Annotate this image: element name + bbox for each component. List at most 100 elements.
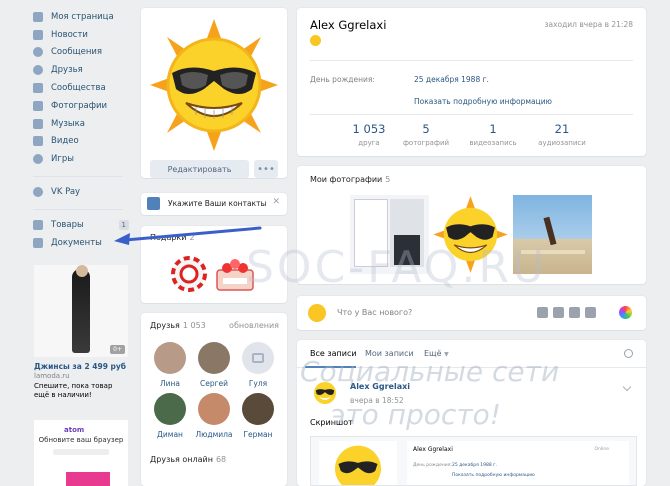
sun-emoji-icon[interactable] <box>310 35 321 46</box>
nav-divider <box>33 176 123 178</box>
friend-item[interactable]: Лина <box>150 342 190 388</box>
camera-icon[interactable] <box>537 307 548 318</box>
model-head <box>76 265 88 277</box>
birthday-value[interactable]: 25 декабря 1988 г. <box>414 75 489 84</box>
house-icon <box>147 197 160 210</box>
wall-tabs: Все записи Мои записи Ещё ▼ <box>297 340 646 368</box>
screenshot-name: Alex Ggrelaxi <box>413 446 453 453</box>
profile-avatar[interactable] <box>150 17 278 153</box>
sun-avatar-image <box>150 19 278 151</box>
edit-profile-button[interactable]: Редактировать <box>150 160 249 178</box>
annotation-arrow <box>114 226 262 245</box>
friends-card: Друзья 1 053 обновления Лина Сергей Гуля … <box>141 313 287 486</box>
post-screenshot-image[interactable]: Alex Ggrelaxi Online День рождения: 25 д… <box>310 436 637 486</box>
friend-item[interactable]: Диман <box>150 393 190 439</box>
nav-label: Документы <box>51 237 102 248</box>
nav-item-photos[interactable]: Фотографии <box>33 97 133 115</box>
friends-online-title[interactable]: Друзья онлайн 68 <box>150 455 226 464</box>
nav-item-friends[interactable]: Друзья <box>33 61 133 79</box>
text-format-icon[interactable] <box>585 307 596 318</box>
ad-atom[interactable]: atom Обновите ваш браузер <box>34 420 128 486</box>
stat-label: фотографий <box>402 139 450 147</box>
nav-item-music[interactable]: Музыка <box>33 115 133 133</box>
tab-all-posts[interactable]: Все записи <box>310 349 357 358</box>
contact-prompt-card[interactable]: Укажите Ваши контакты ✕ <box>141 193 287 215</box>
birthday-label: День рождения: <box>310 75 375 84</box>
friend-name: Людмила <box>195 430 233 439</box>
new-post-box[interactable]: Что у Вас нового? <box>297 296 646 330</box>
nav-label: Моя страница <box>51 11 114 22</box>
ad-graphic <box>66 472 110 486</box>
friends-count: 1 053 <box>182 321 206 330</box>
atom-logo: atom <box>64 426 85 434</box>
post-author-avatar[interactable] <box>310 378 340 408</box>
friend-item[interactable]: Герман <box>238 393 278 439</box>
user-avatar <box>308 304 326 322</box>
active-tab-indicator <box>305 366 356 368</box>
nav-label: VK Pay <box>51 187 81 198</box>
sun-avatar-small <box>313 381 337 405</box>
friend-item[interactable]: Гуля <box>238 342 278 388</box>
show-more-info-link[interactable]: Показать подробную информацию <box>414 97 552 106</box>
ad-lamoda[interactable]: 0+ Джинсы за 2 499 руб lamoda.ru Спешите… <box>34 265 128 400</box>
screenshot-avatar <box>319 441 397 485</box>
friend-name: Диман <box>157 430 183 439</box>
model-figure <box>72 269 90 353</box>
stat-number: 21 <box>554 122 570 136</box>
ad-domain: lamoda.ru <box>34 372 70 380</box>
friends-online-count: 68 <box>215 455 227 464</box>
video-icon[interactable] <box>553 307 564 318</box>
friends-title[interactable]: Друзья 1 053 <box>150 321 206 330</box>
friend-name: Сергей <box>199 379 229 388</box>
nav-item-communities[interactable]: Сообщества <box>33 79 133 97</box>
screenshot-profile-mock: Alex Ggrelaxi Online День рождения: 25 д… <box>407 441 629 485</box>
more-actions-button[interactable]: ••• <box>254 160 278 178</box>
stat-label: аудиозаписи <box>538 139 586 147</box>
nav-item-my-page[interactable]: Моя страница <box>33 8 133 26</box>
new-post-input[interactable]: Что у Вас нового? <box>337 308 412 317</box>
tab-my-posts[interactable]: Мои записи <box>365 349 414 358</box>
tab-more[interactable]: Ещё ▼ <box>424 349 449 358</box>
nav-item-vkpay[interactable]: VK Pay <box>33 183 133 201</box>
nav-label: Игры <box>51 154 74 165</box>
photos-title[interactable]: Мои фотографии 5 <box>310 175 390 184</box>
nav-label: Друзья <box>51 65 83 76</box>
close-icon[interactable]: ✕ <box>272 197 280 207</box>
sun-photo-image <box>433 196 508 273</box>
nav-item-video[interactable]: Видео <box>33 133 133 151</box>
nav-item-games[interactable]: Игры <box>33 150 133 168</box>
screenshot-more: Показать подробную информацию <box>452 473 535 478</box>
vkpay-icon <box>33 187 43 198</box>
stat-videos[interactable]: 1 видеозапись <box>458 122 528 147</box>
friends-updates-link[interactable]: обновления <box>229 321 279 330</box>
gift-cake-image[interactable] <box>213 254 257 294</box>
stat-number: 5 <box>422 122 430 136</box>
friend-item[interactable]: Людмила <box>194 393 234 439</box>
post-date[interactable]: вчера в 18:52 <box>350 396 404 405</box>
photo-thumbnail-sun[interactable] <box>431 195 510 274</box>
post-author-name[interactable]: Alex Ggrelaxi <box>350 382 410 391</box>
friends-online-text: Друзья онлайн <box>150 455 213 464</box>
gift-candy-image[interactable] <box>169 254 209 294</box>
photo-thumbnail-screenshot[interactable] <box>350 195 429 274</box>
friend-avatar <box>198 393 230 425</box>
friend-avatar <box>154 393 186 425</box>
stat-audios[interactable]: 21 аудиозаписи <box>527 122 597 147</box>
color-picker-icon[interactable] <box>619 306 632 319</box>
ad-image: 0+ <box>34 265 128 357</box>
ad-title[interactable]: Джинсы за 2 499 руб <box>34 362 128 371</box>
stat-number: 1 <box>489 122 497 136</box>
nav-item-messages[interactable]: Сообщения <box>33 44 133 62</box>
photos-card: Мои фотографии 5 <box>297 166 646 284</box>
music-icon[interactable] <box>569 307 580 318</box>
photo-thumbnail-beach[interactable] <box>513 195 592 274</box>
chevron-down-icon[interactable] <box>622 382 632 392</box>
document-icon <box>33 237 43 248</box>
friend-item[interactable]: Сергей <box>194 342 234 388</box>
friend-name: Герман <box>243 430 273 439</box>
nav-label: Сообщества <box>51 83 106 94</box>
search-icon[interactable] <box>624 349 633 358</box>
nav-item-news[interactable]: Новости <box>33 26 133 44</box>
stat-photos[interactable]: 5 фотографий <box>391 122 461 147</box>
divider <box>310 60 633 61</box>
